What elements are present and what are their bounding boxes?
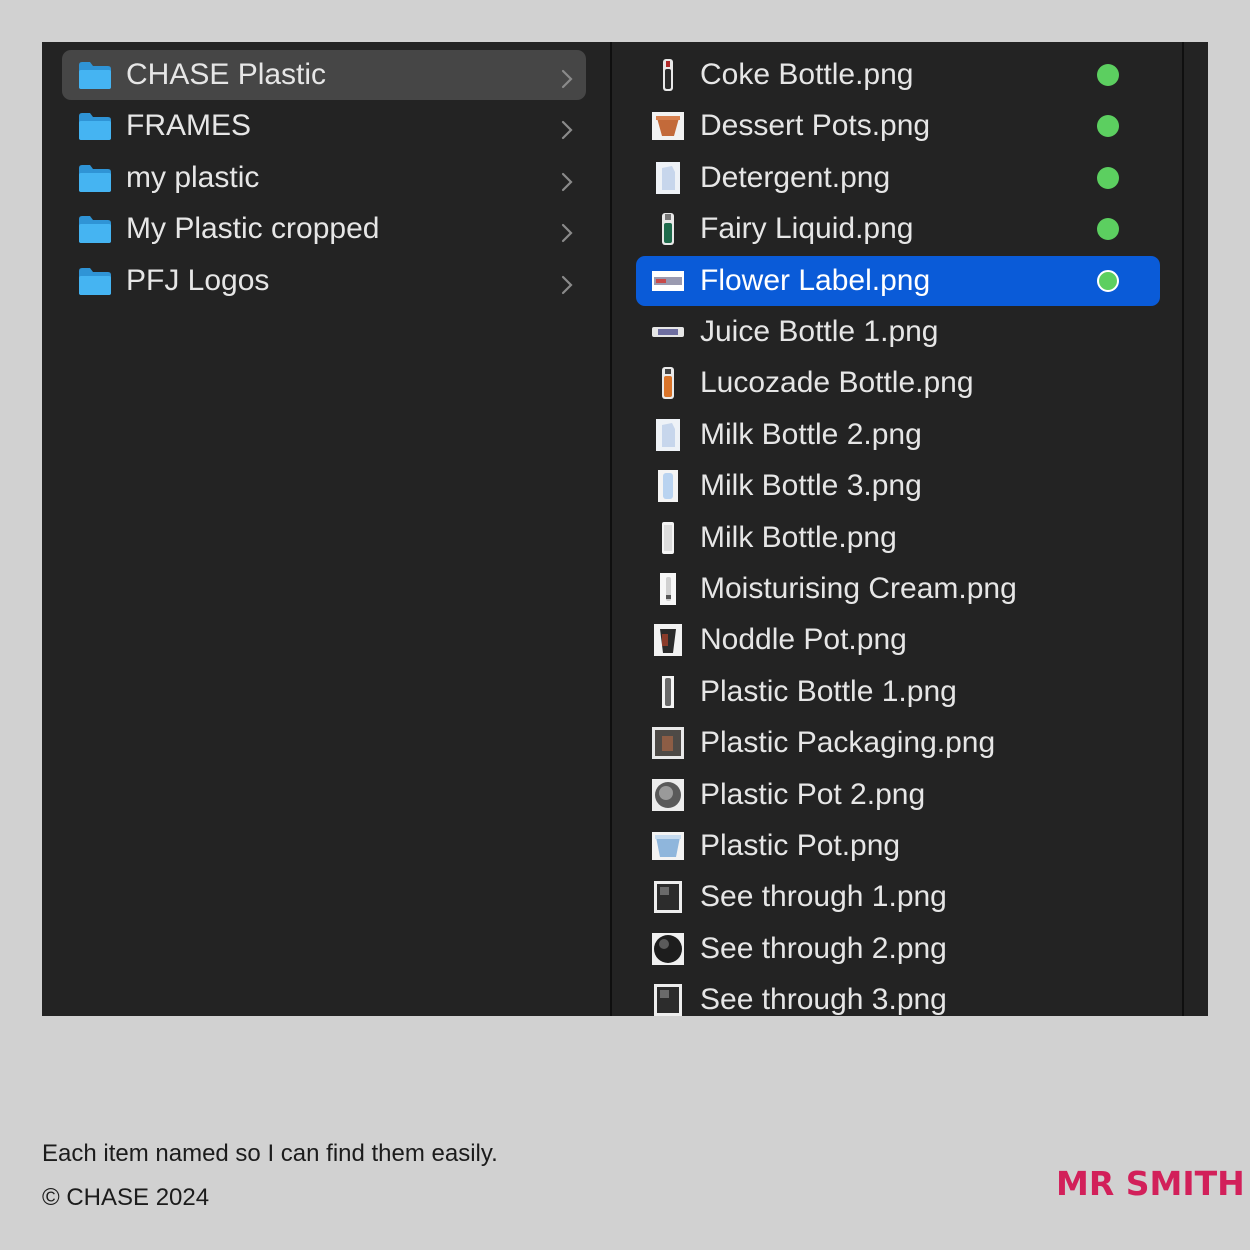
thumbnail-icon xyxy=(652,418,684,451)
file-row[interactable]: Milk Bottle.png xyxy=(636,513,1160,563)
thumbnail-icon xyxy=(652,830,684,862)
file-row[interactable]: Fairy Liquid.png xyxy=(636,204,1160,254)
chevron-right-icon xyxy=(560,115,574,140)
green-tag-icon xyxy=(1097,218,1119,241)
file-row[interactable]: Coke Bottle.png xyxy=(636,50,1160,100)
folder-label: PFJ Logos xyxy=(126,263,270,297)
file-row[interactable]: Milk Bottle 3.png xyxy=(636,461,1160,511)
file-label: Moisturising Cream.png xyxy=(700,572,1017,605)
file-row[interactable]: Flower Label.png xyxy=(636,255,1160,306)
thumbnail-icon xyxy=(652,59,684,91)
thumbnail-icon xyxy=(652,778,684,811)
folder-label: FRAMES xyxy=(126,109,252,143)
file-label: Milk Bottle.png xyxy=(700,520,897,554)
sidebar-folder-row[interactable]: my plastic xyxy=(62,153,586,203)
file-label: Plastic Bottle 1.png xyxy=(700,674,957,708)
file-row[interactable]: See through 3.png xyxy=(636,975,1160,1016)
sidebar-folder-row[interactable]: FRAMES xyxy=(62,101,586,151)
file-row[interactable]: Plastic Bottle 1.png xyxy=(636,667,1160,717)
folder-column: CHASE Plastic FRAMES my plastic My Plastic … xyxy=(42,42,610,1016)
file-row[interactable]: Plastic Packaging.png xyxy=(636,718,1160,768)
thumbnail-icon xyxy=(652,470,684,503)
folder-icon xyxy=(78,266,112,296)
file-label: Detergent.png xyxy=(700,160,891,194)
thumbnail-icon xyxy=(652,367,684,400)
file-row[interactable]: Noddle Pot.png xyxy=(636,615,1160,665)
file-column: Coke Bottle.png Dessert Pots.png Detergent… xyxy=(612,42,1182,1016)
file-label: Dessert Pots.png xyxy=(700,109,931,143)
thumbnail-icon xyxy=(652,213,684,246)
file-label: Lucozade Bottle.png xyxy=(700,366,974,400)
green-tag-icon xyxy=(1097,166,1119,189)
file-row[interactable]: Milk Bottle 2.png xyxy=(636,410,1160,460)
thumbnail-icon xyxy=(652,110,684,142)
file-label: See through 1.png xyxy=(700,880,947,914)
thumbnail-icon xyxy=(652,161,684,194)
chevron-right-icon xyxy=(560,167,574,191)
file-label: Noddle Pot.png xyxy=(700,623,907,657)
file-label: See through 3.png xyxy=(700,983,947,1016)
file-label: Flower Label.png xyxy=(700,263,931,297)
finder-window: CHASE Plastic FRAMES my plastic My Plastic … xyxy=(42,42,1208,1016)
file-row[interactable]: Dessert Pots.png xyxy=(636,101,1160,151)
file-row[interactable]: See through 1.png xyxy=(636,872,1160,922)
folder-icon xyxy=(78,60,112,90)
folder-icon xyxy=(78,163,112,193)
sidebar-folder-row[interactable]: My Plastic cropped xyxy=(62,204,586,254)
file-label: Plastic Packaging.png xyxy=(700,726,996,760)
caption-text: Each item named so I can find them easil… xyxy=(42,1140,498,1167)
brand-logo: MR SMITH xyxy=(1056,1164,1245,1203)
file-label: Plastic Pot.png xyxy=(700,829,901,862)
file-row[interactable]: See through 2.png xyxy=(636,924,1160,974)
file-row[interactable]: Plastic Pot 2.png xyxy=(636,770,1160,820)
file-row[interactable]: Detergent.png xyxy=(636,153,1160,203)
thumbnail-icon xyxy=(652,521,684,554)
folder-icon xyxy=(78,111,112,141)
thumbnail-icon xyxy=(652,265,684,297)
thumbnail-icon xyxy=(652,932,684,965)
thumbnail-icon xyxy=(652,881,684,914)
sidebar-folder-row[interactable]: PFJ Logos xyxy=(62,256,586,306)
file-label: Milk Bottle 3.png xyxy=(700,469,922,503)
column-divider[interactable] xyxy=(1182,42,1184,1016)
file-row[interactable]: Moisturising Cream.png xyxy=(636,564,1160,614)
file-label: Plastic Pot 2.png xyxy=(700,777,926,811)
file-label: Milk Bottle 2.png xyxy=(700,417,922,451)
file-label: See through 2.png xyxy=(700,931,947,965)
file-row[interactable]: Lucozade Bottle.png xyxy=(636,358,1160,408)
thumbnail-icon xyxy=(652,675,684,708)
thumbnail-icon xyxy=(652,316,684,348)
thumbnail-icon xyxy=(652,624,684,657)
folder-icon xyxy=(78,214,112,244)
green-tag-icon xyxy=(1097,115,1119,138)
folder-label: my plastic xyxy=(126,160,260,194)
sidebar-folder-row[interactable]: CHASE Plastic xyxy=(62,50,586,100)
file-label: Fairy Liquid.png xyxy=(700,212,914,246)
thumbnail-icon xyxy=(652,984,684,1016)
thumbnail-icon xyxy=(652,727,684,760)
file-row[interactable]: Plastic Pot.png xyxy=(636,821,1160,871)
copyright-text: © CHASE 2024 xyxy=(42,1184,210,1211)
chevron-right-icon xyxy=(560,218,574,243)
file-label: Coke Bottle.png xyxy=(700,58,914,91)
thumbnail-icon xyxy=(652,573,684,605)
folder-label: CHASE Plastic xyxy=(126,58,327,91)
green-tag-icon xyxy=(1097,64,1119,86)
chevron-right-icon xyxy=(560,64,574,89)
chevron-right-icon xyxy=(560,270,574,294)
folder-label: My Plastic cropped xyxy=(126,212,380,246)
green-tag-icon xyxy=(1097,269,1119,292)
file-label: Juice Bottle 1.png xyxy=(700,315,939,348)
file-row[interactable]: Juice Bottle 1.png xyxy=(636,307,1160,357)
